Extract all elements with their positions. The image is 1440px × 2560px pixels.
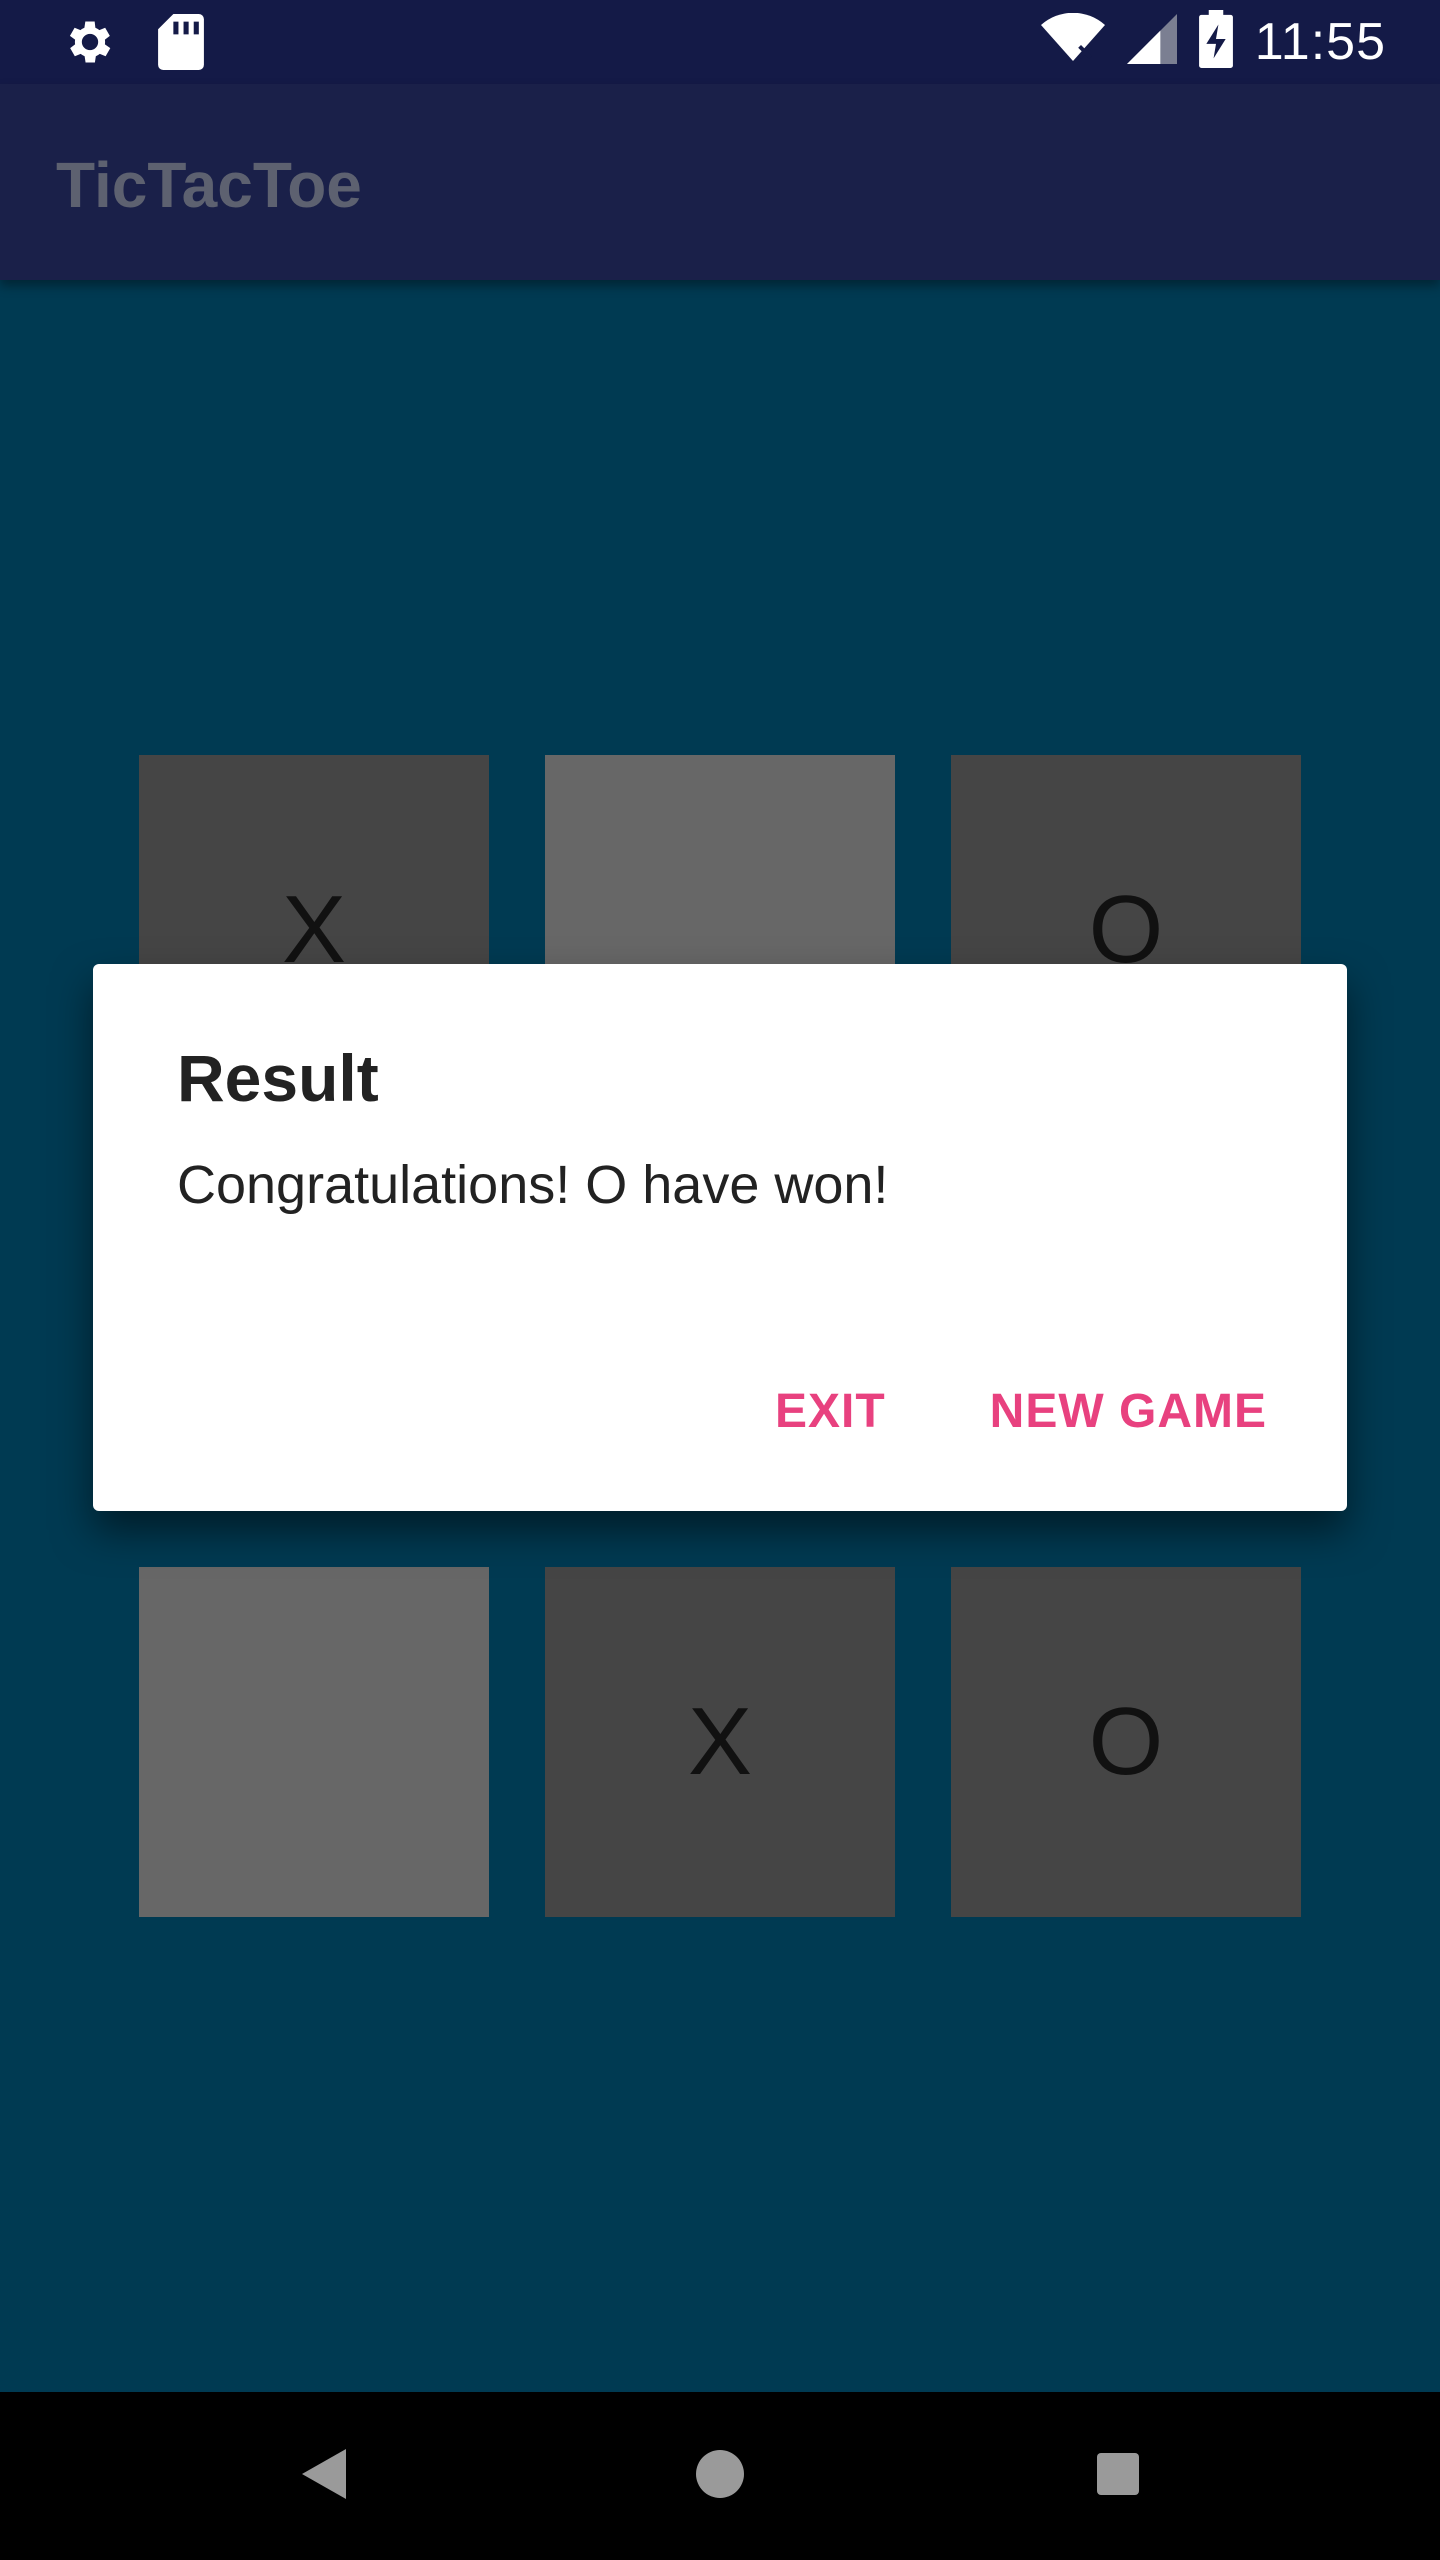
screen: 11:55 TicTacToe X O X O Result Congratul… bbox=[0, 0, 1440, 2560]
wifi-icon bbox=[1040, 12, 1105, 70]
status-time: 11:55 bbox=[1254, 12, 1386, 71]
dialog-actions: EXIT NEW GAME bbox=[775, 1384, 1267, 1439]
status-bar-left bbox=[62, 14, 204, 75]
board-cell-9[interactable]: O bbox=[951, 1567, 1301, 1917]
back-button[interactable] bbox=[240, 2392, 408, 2560]
battery-charging-icon bbox=[1198, 10, 1233, 73]
status-bar-right: 11:55 bbox=[1040, 10, 1386, 73]
app-bar: TicTacToe bbox=[0, 84, 1440, 280]
home-icon bbox=[696, 2449, 744, 2503]
board-cell-7[interactable] bbox=[139, 1567, 489, 1917]
new-game-button[interactable]: NEW GAME bbox=[990, 1384, 1267, 1439]
cell-mark: X bbox=[687, 1688, 753, 1795]
recents-icon bbox=[1097, 2452, 1139, 2500]
settings-icon bbox=[62, 14, 118, 75]
sd-card-icon bbox=[158, 14, 204, 75]
recents-button[interactable] bbox=[1034, 2392, 1202, 2560]
exit-button[interactable]: EXIT bbox=[775, 1384, 886, 1439]
dialog-message: Congratulations! O have won! bbox=[177, 1155, 889, 1215]
navigation-bar bbox=[0, 2392, 1440, 2560]
app-title: TicTacToe bbox=[56, 149, 362, 221]
board-cell-8[interactable]: X bbox=[545, 1567, 895, 1917]
signal-icon bbox=[1126, 14, 1177, 69]
back-icon bbox=[302, 2448, 346, 2504]
cell-mark: O bbox=[1088, 1688, 1164, 1795]
home-button[interactable] bbox=[636, 2392, 804, 2560]
dialog-title: Result bbox=[177, 1041, 379, 1115]
result-dialog: Result Congratulations! O have won! EXIT… bbox=[93, 964, 1347, 1511]
status-bar: 11:55 bbox=[0, 0, 1440, 84]
